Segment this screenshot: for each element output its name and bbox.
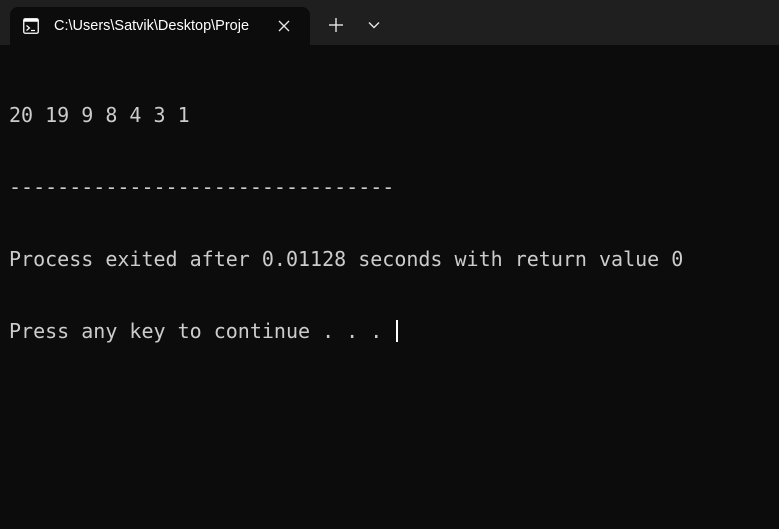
new-tab-button[interactable] [322,9,350,39]
output-line-process-exit: Process exited after 0.01128 seconds wit… [9,247,684,271]
profiles-dropdown-button[interactable] [360,9,388,39]
terminal-tab[interactable]: C:\Users\Satvik\Desktop\Proje [10,7,310,45]
tab-title: C:\Users\Satvik\Desktop\Proje [54,18,250,34]
close-icon[interactable] [274,16,294,36]
chevron-down-icon [360,22,388,43]
terminal-output[interactable]: 20 19 9 8 4 3 1 ------------------------… [9,55,779,529]
output-line-numbers: 20 19 9 8 4 3 1 [9,103,190,127]
console-icon [23,18,39,34]
plus-icon [322,18,350,43]
prompt-text: Press any key to continue . . . [9,319,395,343]
text-cursor [396,320,399,342]
output-line-separator: -------------------------------- [9,175,395,199]
terminal-window: C:\Users\Satvik\Desktop\Proje 20 19 9 8 … [0,0,779,529]
output-line-prompt: Press any key to continue . . . [9,319,779,343]
title-bar: C:\Users\Satvik\Desktop\Proje [0,0,779,45]
